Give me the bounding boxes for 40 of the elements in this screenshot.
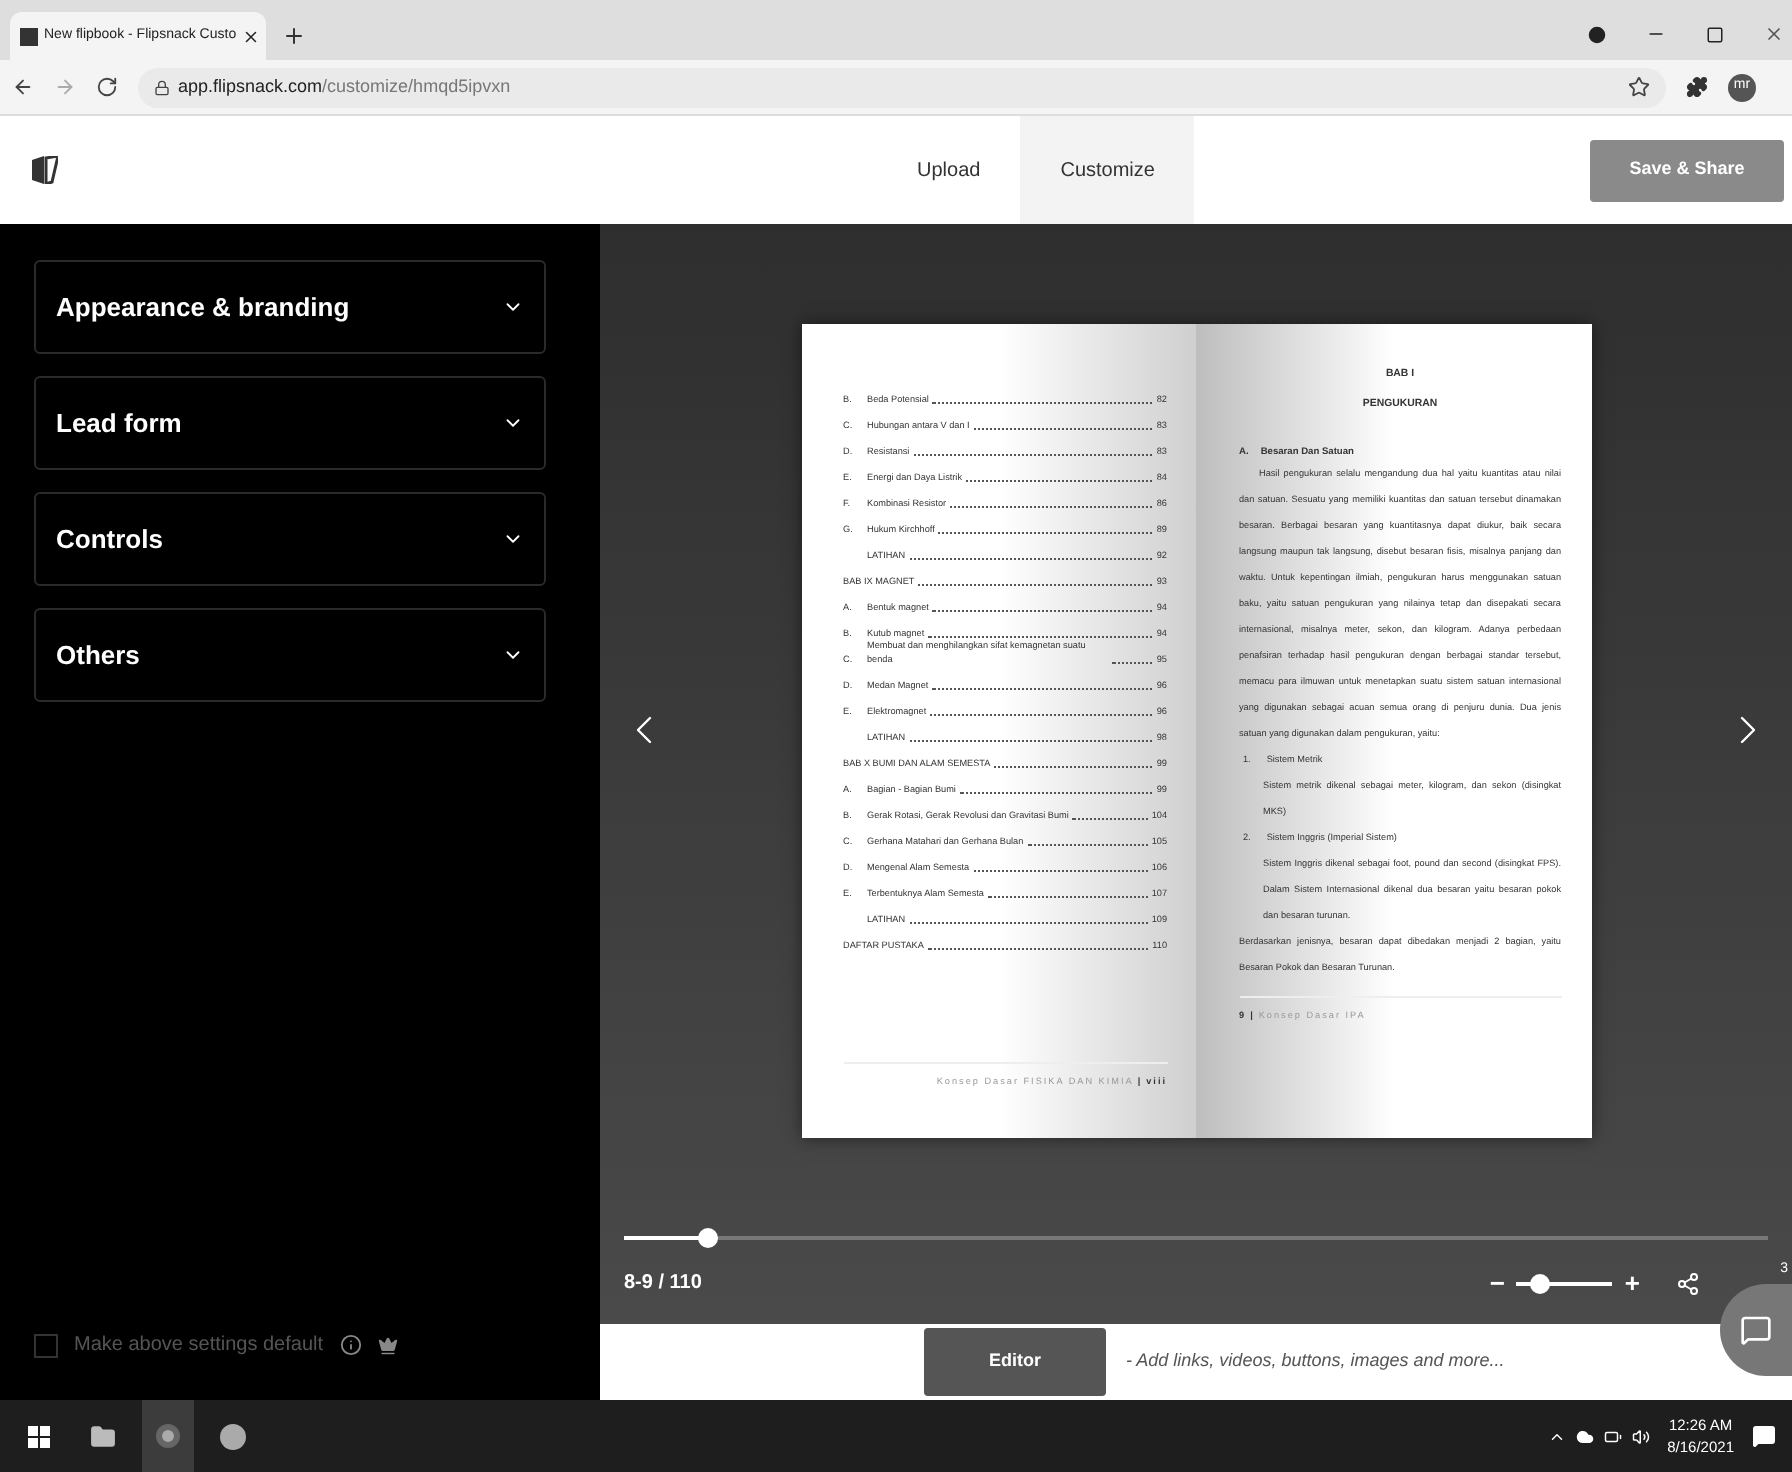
bookmark-star-icon[interactable] <box>1628 76 1650 98</box>
volume-icon[interactable] <box>1631 1427 1650 1445</box>
editor-hint: - Add links, videos, buttons, images and more... <box>1126 1348 1505 1375</box>
battery-icon[interactable] <box>1603 1427 1622 1445</box>
accordion-section[interactable]: Lead form <box>34 376 546 470</box>
folder-icon[interactable] <box>90 1423 116 1449</box>
chat-bubble[interactable] <box>1720 1284 1792 1376</box>
url-text: app.flipsnack.com/customize/hmqd5ipvxn <box>178 73 511 100</box>
extensions-icon[interactable] <box>1686 76 1708 98</box>
reload-icon[interactable] <box>96 76 118 98</box>
cloud-icon[interactable] <box>1575 1427 1594 1445</box>
chat-icon <box>1740 1314 1772 1346</box>
address-field[interactable]: app.flipsnack.com/customize/hmqd5ipvxn <box>138 67 1666 107</box>
back-icon[interactable] <box>12 76 34 98</box>
accordion-section[interactable]: Controls <box>34 492 546 586</box>
share-icon[interactable] <box>1676 1271 1700 1296</box>
checkbox[interactable] <box>34 1333 58 1357</box>
progress-handle[interactable] <box>698 1228 719 1248</box>
browser-taskbar-icon[interactable] <box>142 1400 194 1472</box>
zoom-in-button[interactable]: + <box>1624 1264 1640 1303</box>
info-icon[interactable] <box>339 1334 362 1356</box>
lock-icon <box>154 79 170 95</box>
nav-tab[interactable]: Customize <box>1020 116 1195 224</box>
notifications-icon[interactable] <box>1752 1424 1776 1448</box>
page-indicator: 8-9 / 110 <box>624 1270 702 1299</box>
logo-icon[interactable] <box>32 156 58 184</box>
zoom-out-button[interactable]: − <box>1489 1264 1505 1303</box>
new-tab-icon[interactable] <box>282 24 306 48</box>
presentation-app-icon[interactable] <box>220 1423 246 1449</box>
accordion-section[interactable]: Others <box>34 608 546 702</box>
favicon-icon <box>20 27 38 45</box>
windows-start-icon[interactable] <box>28 1425 50 1447</box>
maximize-icon[interactable] <box>1706 25 1724 43</box>
editor-button[interactable]: Editor <box>924 1328 1106 1396</box>
crown-icon <box>377 1335 398 1355</box>
accordion-section[interactable]: Appearance & branding <box>34 260 546 354</box>
zoom-handle[interactable] <box>1530 1273 1551 1294</box>
checkbox-label: Make above settings default <box>74 1332 324 1360</box>
profile-dot-icon[interactable] <box>1588 25 1606 43</box>
close-icon[interactable] <box>242 27 261 45</box>
